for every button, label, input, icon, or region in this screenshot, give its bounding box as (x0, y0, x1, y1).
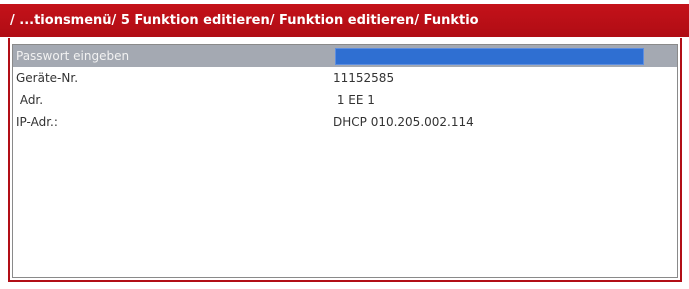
ip-address-value: DHCP 010.205.002.114 (333, 115, 474, 129)
device-menu-window: / ...tionsmenü/ 5 Funktion editieren/ Fu… (0, 0, 689, 289)
breadcrumb-title: / ...tionsmenü/ 5 Funktion editieren/ Fu… (0, 4, 689, 37)
settings-list: Passwort eingeben Geräte-Nr. 11152585 Ad… (12, 44, 678, 278)
address-value: 1 EE 1 (333, 93, 375, 107)
function-edit-panel: Passwort eingeben Geräte-Nr. 11152585 Ad… (8, 38, 682, 282)
address-label: Adr. (16, 93, 44, 107)
list-item-address[interactable]: Adr. 1 EE 1 (13, 89, 677, 111)
list-item-ip-address[interactable]: IP-Adr.: DHCP 010.205.002.114 (13, 111, 677, 133)
device-number-label: Geräte-Nr. (16, 71, 79, 85)
list-item-password[interactable]: Passwort eingeben (13, 45, 677, 67)
password-label: Passwort eingeben (16, 49, 130, 63)
list-item-device-number[interactable]: Geräte-Nr. 11152585 (13, 67, 677, 89)
ip-address-label: IP-Adr.: (16, 115, 58, 129)
device-number-value: 11152585 (333, 71, 395, 85)
password-input[interactable] (335, 48, 644, 65)
